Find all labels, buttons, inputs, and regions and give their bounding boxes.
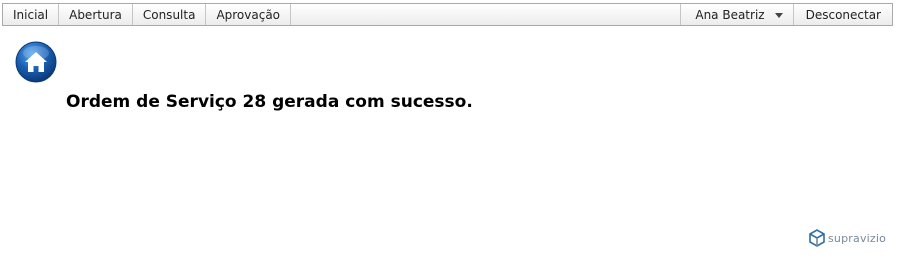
menu-item-abertura[interactable]: Abertura [59, 4, 133, 25]
brand-name: supravizio [828, 231, 887, 245]
top-menu-bar: Inicial Abertura Consulta Aprovação Ana … [2, 3, 893, 26]
home-button[interactable] [14, 40, 58, 84]
menu-item-label: Inicial [13, 7, 49, 22]
menu-item-consulta[interactable]: Consulta [133, 4, 207, 25]
logout-label: Desconectar [805, 7, 881, 22]
home-icon [15, 41, 57, 83]
menu-item-label: Abertura [69, 7, 122, 22]
menu-spacer [291, 4, 680, 25]
user-dropdown[interactable]: Ana Beatriz [680, 4, 792, 25]
user-menu: Ana Beatriz Desconectar [680, 4, 892, 25]
main-menu: Inicial Abertura Consulta Aprovação [3, 4, 292, 25]
supravizio-logo-icon [809, 229, 825, 247]
user-name: Ana Beatriz [695, 7, 765, 22]
menu-item-aprovacao[interactable]: Aprovação [206, 4, 292, 25]
brand-logo: supravizio [809, 229, 886, 247]
menu-item-inicial[interactable]: Inicial [3, 4, 60, 25]
menu-item-label: Aprovação [216, 7, 281, 22]
success-message: Ordem de Serviço 28 gerada com sucesso. [66, 92, 473, 112]
logout-button[interactable]: Desconectar [792, 4, 892, 25]
caret-down-icon [774, 12, 783, 18]
menu-item-label: Consulta [142, 7, 196, 22]
